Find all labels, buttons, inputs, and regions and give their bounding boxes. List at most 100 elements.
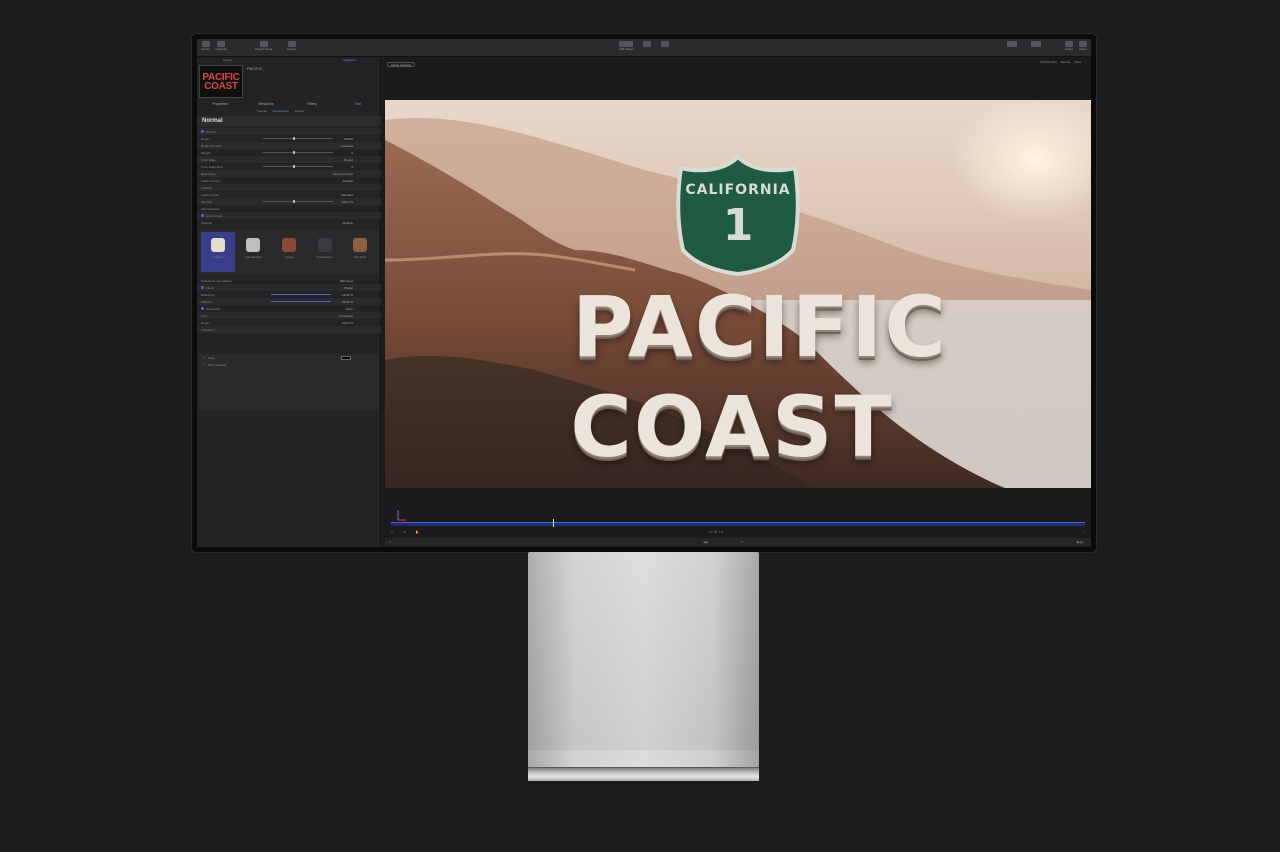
row-checkbox[interactable] xyxy=(201,130,204,133)
color-button[interactable] xyxy=(1031,41,1041,48)
inspector-row[interactable]: Weight 0 xyxy=(197,149,381,156)
inspector-row[interactable]: Back Edge Same As Front xyxy=(197,170,381,177)
subtab-appearance[interactable]: Appearance xyxy=(273,109,289,113)
row-value[interactable]: Plastic xyxy=(344,286,353,290)
row-value[interactable]: 0 xyxy=(351,165,353,169)
inspector-rows-2: Substance: Foundation Mild Steel Finish Pla… xyxy=(197,277,381,333)
inspector-row[interactable]: Lighting xyxy=(197,184,381,191)
color-swatch[interactable] xyxy=(341,356,351,360)
inspector-row[interactable]: Front Edge Round xyxy=(197,156,381,163)
row-slider[interactable] xyxy=(271,301,331,302)
row-slider[interactable] xyxy=(263,200,333,203)
inspector-row[interactable]: Reflectivity 18.00 % xyxy=(197,291,381,298)
zoom-level[interactable]: Fit 83% (Fit) xyxy=(1040,60,1056,64)
inspector-row[interactable]: Depth 100.0 % xyxy=(197,319,381,326)
inspector-row[interactable]: Intensity 100.0 % xyxy=(197,198,381,205)
camera-select[interactable]: Active Camera xyxy=(387,62,415,67)
drop-shadow-row[interactable]: Drop Shadow xyxy=(199,361,379,368)
row-value[interactable]: Same As Front xyxy=(333,172,353,176)
title-line-2[interactable]: COAST xyxy=(385,378,1085,476)
row-slider[interactable] xyxy=(263,137,333,140)
play-controls-icon[interactable]: ◀ ▶ xyxy=(703,540,708,544)
subtab-layout[interactable]: Layout xyxy=(295,109,304,113)
material-swatch[interactable]: Smoked Glass xyxy=(308,232,342,272)
inspector-row[interactable]: 3D Text xyxy=(197,128,381,135)
row-value[interactable]: Round xyxy=(344,158,353,162)
inspector-row[interactable]: Type Limestone xyxy=(197,312,381,319)
row-value[interactable]: 0 xyxy=(351,151,353,155)
tab-properties[interactable]: Properties xyxy=(197,102,243,108)
layout-icons[interactable]: ▣ ▤ xyxy=(1076,540,1083,544)
loop-icon[interactable]: ↻ xyxy=(741,540,744,544)
row-value[interactable]: Standard xyxy=(341,193,353,197)
row-value[interactable]: 100.0 % xyxy=(342,321,353,325)
view-menu[interactable]: View xyxy=(1075,60,1081,64)
project-pane-button[interactable]: Project Pane xyxy=(255,41,272,51)
row-value[interactable]: Worn xyxy=(346,307,353,311)
timeline-track[interactable] xyxy=(391,522,1085,526)
material-swatch[interactable]: Concrete xyxy=(201,232,235,272)
drop-shadow-checkbox[interactable] xyxy=(203,363,206,366)
tab-library[interactable]: Library xyxy=(197,58,258,64)
row-value[interactable]: Limestone xyxy=(339,314,353,318)
inspector-row[interactable]: Inside Corners Straight xyxy=(197,177,381,184)
orbit-tool-icon[interactable]: ⟲ xyxy=(403,530,406,534)
row-checkbox[interactable] xyxy=(201,286,204,289)
inspector-row[interactable]: Material Multiple xyxy=(197,219,381,226)
subtab-format[interactable]: Format xyxy=(257,109,267,113)
tab-inspector[interactable]: Inspector xyxy=(319,58,380,64)
tab-filters[interactable]: Filters xyxy=(289,102,335,108)
row-slider[interactable] xyxy=(263,165,333,168)
tab-behaviors[interactable]: Behaviors xyxy=(243,102,289,108)
hud-button[interactable] xyxy=(1007,41,1017,48)
row-value[interactable]: 0.0625 xyxy=(344,137,353,141)
row-value[interactable]: Multiple xyxy=(343,221,353,225)
inspector-row[interactable]: Lighting Style Standard xyxy=(197,191,381,198)
preview-thumbnail[interactable]: PACIFIC COAST xyxy=(199,65,243,98)
material-swatch[interactable]: Copper xyxy=(272,232,306,272)
glow-row[interactable]: Glow xyxy=(199,354,379,361)
inspector-row[interactable]: Self Shadows xyxy=(197,205,381,212)
tool-button-2[interactable] xyxy=(661,41,669,48)
row-value[interactable]: Mild Steel xyxy=(340,279,353,283)
preset-header[interactable]: Normal xyxy=(197,116,381,126)
hand-tool-icon[interactable]: ✋ xyxy=(415,530,419,534)
title-line-1[interactable]: PACIFIC xyxy=(407,278,1091,376)
inspector-row[interactable]: Diffusion 28.00 % xyxy=(197,298,381,305)
render-menu[interactable]: Render xyxy=(1061,60,1071,64)
inspector-row[interactable]: Substance: Foundation Mild Steel xyxy=(197,277,381,284)
select-tool-icon[interactable]: ↖ xyxy=(391,530,394,534)
row-value[interactable]: Straight xyxy=(343,179,353,183)
library-button[interactable]: Library xyxy=(201,41,210,51)
shape-tools-icon[interactable]: ▭ ∕ ⌘ ⊤ ≡ xyxy=(709,530,723,534)
tool-button[interactable] xyxy=(643,41,651,48)
inspector-row[interactable]: Transform xyxy=(197,326,381,333)
inspector-row[interactable]: Front Edge Size 0 xyxy=(197,163,381,170)
add-object-button[interactable]: Add Object xyxy=(619,41,634,51)
inspector-row[interactable]: Distressed Worn xyxy=(197,305,381,312)
share-button[interactable]: Share xyxy=(1065,41,1073,51)
inspector-row[interactable]: Finish Plastic xyxy=(197,284,381,291)
inspector-row[interactable]: Depth 0.0625 xyxy=(197,135,381,142)
material-swatch[interactable]: Steel Brushed xyxy=(237,232,271,272)
export-button[interactable]: Share xyxy=(1079,41,1087,51)
row-slider[interactable] xyxy=(271,294,331,295)
inspector-row[interactable]: Environment xyxy=(197,212,381,219)
inspector-button[interactable]: Inspector xyxy=(215,41,227,51)
row-value[interactable]: 28.00 % xyxy=(342,300,353,304)
row-checkbox[interactable] xyxy=(201,307,204,310)
playhead[interactable] xyxy=(553,519,554,527)
inspector-row[interactable]: Depth Direction Centered xyxy=(197,142,381,149)
row-value[interactable]: 100.0 % xyxy=(342,200,353,204)
row-value[interactable]: 18.00 % xyxy=(342,293,353,297)
fullscreen-icon[interactable]: ⤢ xyxy=(1083,530,1085,534)
row-slider[interactable] xyxy=(263,151,333,154)
layers-button[interactable]: Layers xyxy=(287,41,296,51)
timecode-icon[interactable]: ⏱ xyxy=(389,540,391,544)
canvas[interactable]: CALIFORNIA 1 PACIFIC COAST xyxy=(385,100,1091,488)
glow-checkbox[interactable] xyxy=(203,356,206,359)
row-checkbox[interactable] xyxy=(201,214,204,217)
material-swatch[interactable]: Fine Wood xyxy=(343,232,377,272)
tab-text[interactable]: Text xyxy=(335,102,381,108)
row-value[interactable]: Centered xyxy=(341,144,353,148)
